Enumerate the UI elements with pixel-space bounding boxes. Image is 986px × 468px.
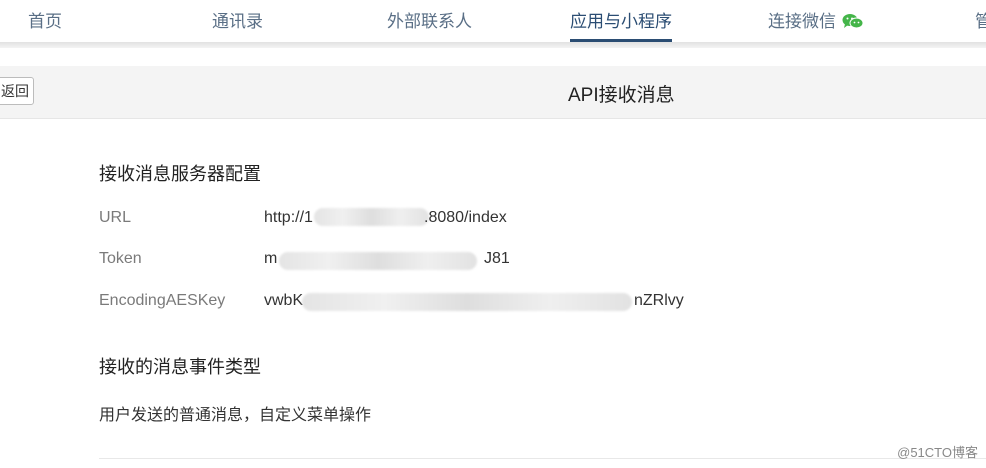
- aeskey-label: EncodingAESKey: [99, 292, 226, 309]
- divider: [99, 458, 986, 459]
- url-value-start: http://1: [264, 209, 313, 226]
- title-bar: 返回 API接收消息: [0, 66, 986, 119]
- top-nav: 首页 通讯录 外部联系人 应用与小程序 连接微信 管: [0, 0, 986, 42]
- server-config-heading: 接收消息服务器配置: [99, 164, 261, 184]
- nav-item-apps[interactable]: 应用与小程序: [570, 7, 672, 42]
- nav-item-contacts[interactable]: 通讯录: [212, 7, 263, 42]
- nav-item-manage[interactable]: 管: [975, 7, 986, 42]
- nav-item-connect-wechat-label: 连接微信: [768, 12, 836, 31]
- nav-item-external-contacts[interactable]: 外部联系人: [387, 7, 472, 42]
- page-title: API接收消息: [568, 85, 675, 106]
- wechat-icon: [842, 13, 864, 34]
- aeskey-redaction: [302, 293, 632, 311]
- url-value-end: .8080/index: [424, 209, 507, 226]
- url-redaction: [314, 208, 429, 226]
- token-value-end: J81: [484, 250, 510, 267]
- nav-item-home[interactable]: 首页: [28, 7, 62, 42]
- back-button[interactable]: 返回: [0, 77, 34, 105]
- token-value-start: m: [264, 250, 278, 267]
- token-label: Token: [99, 250, 142, 267]
- event-types-description: 用户发送的普通消息，自定义菜单操作: [99, 407, 372, 424]
- token-redaction: [279, 252, 477, 270]
- nav-item-connect-wechat[interactable]: 连接微信: [768, 7, 864, 42]
- watermark: @51CTO博客: [897, 445, 978, 460]
- url-label: URL: [99, 209, 132, 226]
- event-types-heading: 接收的消息事件类型: [99, 357, 261, 377]
- nav-shadow: [0, 42, 986, 48]
- aeskey-value-start: vwbK: [264, 292, 304, 309]
- aeskey-value-end: nZRlvy: [634, 292, 684, 309]
